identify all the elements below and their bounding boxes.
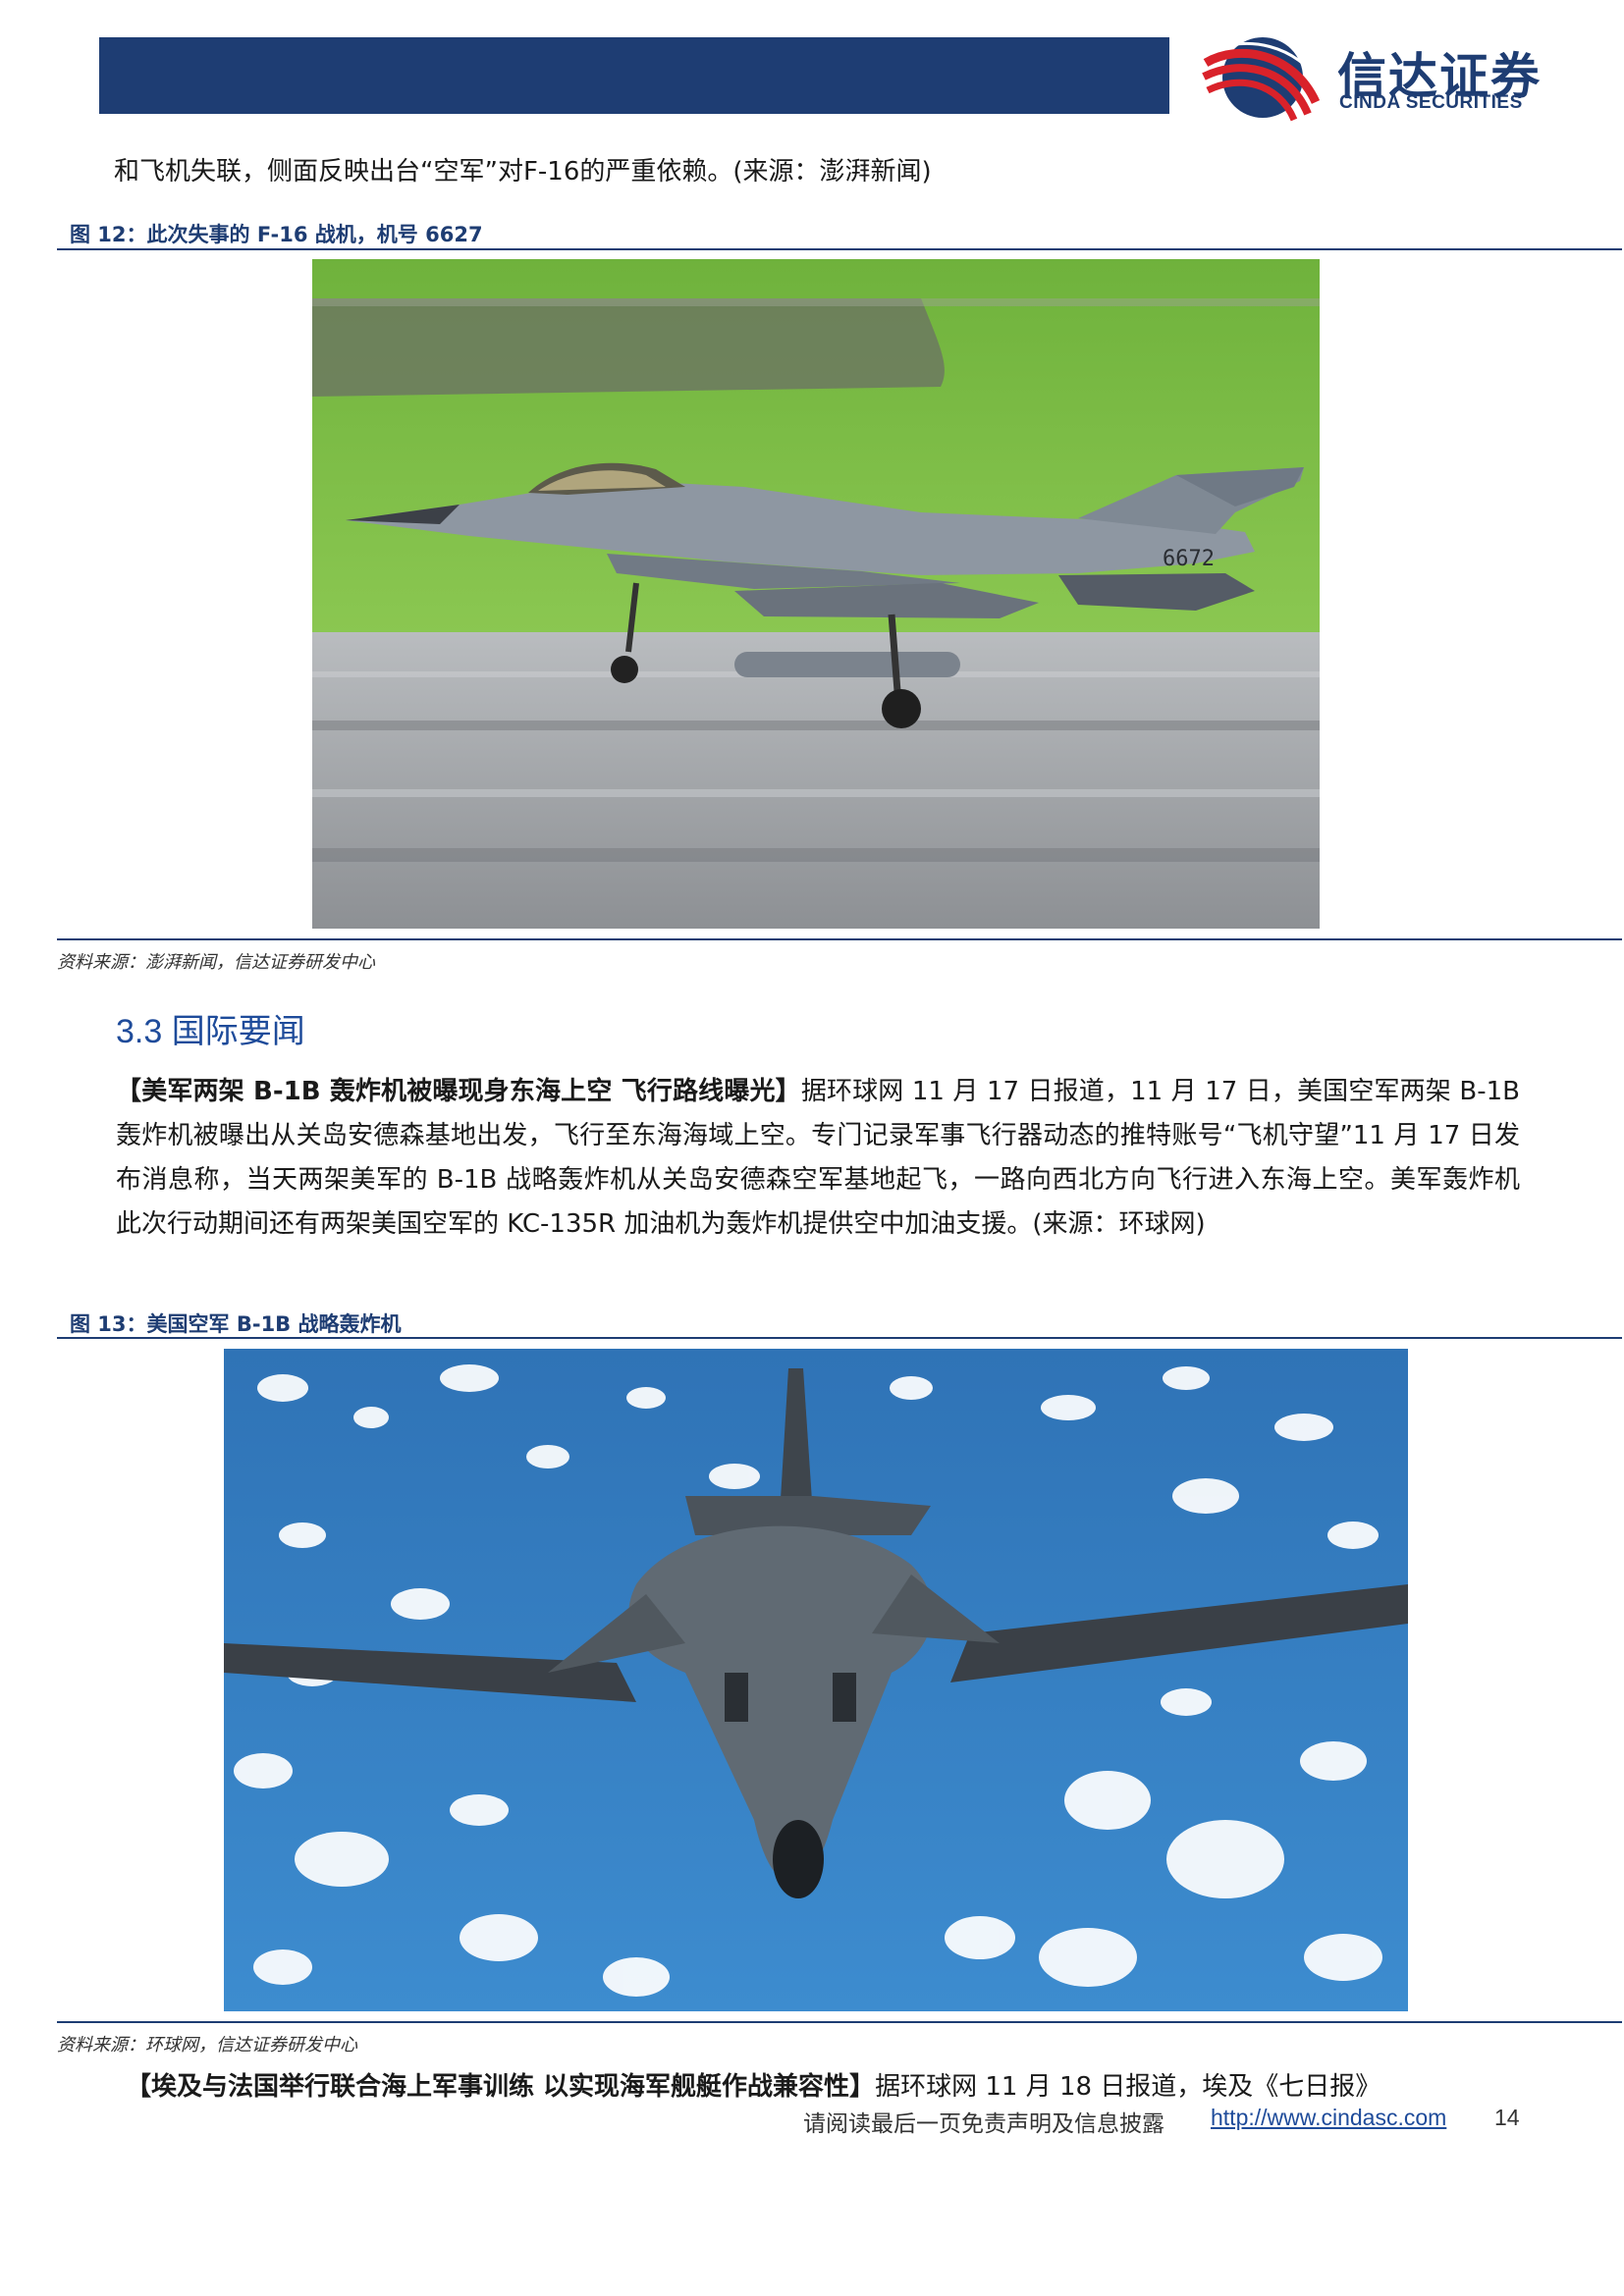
figure-12-top-rule: [57, 248, 1622, 250]
figure-13-bottom-rule: [57, 2021, 1622, 2023]
footer-website-link[interactable]: http://www.cindasc.com: [1211, 2105, 1446, 2131]
figure-12-f16-photo: 6672: [312, 259, 1320, 929]
figure-12-bottom-rule: [57, 938, 1622, 940]
page-number: 14: [1494, 2105, 1520, 2130]
news-item-b1b: 【美军两架 B-1B 轰炸机被曝现身东海上空 飞行路线曝光】据环球网 11 月 …: [116, 1070, 1520, 1247]
figure-13-title: 图 13：美国空军 B-1B 战略轰炸机: [70, 1312, 402, 1336]
figure-13-b1b-photo: [224, 1349, 1408, 2011]
news-item-egypt-france-headline: 【埃及与法国举行联合海上军事训练 以实现海军舰艇作战兼容性】: [126, 2072, 876, 2102]
logo-english-name: CINDA SECURITIES: [1339, 92, 1523, 113]
news-item-egypt-france-body: 据环球网 11 月 18 日报道，埃及《七日报》: [875, 2072, 1381, 2102]
figure-12-title: 图 12：此次失事的 F-16 战机，机号 6627: [70, 223, 483, 246]
news-item-b1b-headline: 【美军两架 B-1B 轰炸机被曝现身东海上空 飞行路线曝光】: [116, 1077, 801, 1106]
figure-12-source: 资料来源：澎湃新闻，信达证券研发中心: [57, 952, 375, 973]
figure-13-source: 资料来源：环球网，信达证券研发中心: [57, 2035, 357, 2056]
continuation-paragraph: 和飞机失联，侧面反映出台“空军”对F-16的严重依赖。(来源：澎湃新闻): [114, 157, 932, 187]
tail-number-label: 6672: [1163, 547, 1215, 571]
cinda-logo-mark-icon: [1202, 37, 1324, 122]
cinda-logo: 信达证券 CINDA SECURITIES: [1200, 33, 1553, 122]
footer-disclaimer: 请阅读最后一页免责声明及信息披露: [803, 2111, 1164, 2137]
figure-13-top-rule: [57, 1337, 1622, 1339]
header-bar: [99, 37, 1169, 114]
news-item-egypt-france: 【埃及与法国举行联合海上军事训练 以实现海军舰艇作战兼容性】据环球网 11 月 …: [126, 2065, 1520, 2109]
section-heading: 3.3 国际要闻: [116, 1013, 305, 1050]
